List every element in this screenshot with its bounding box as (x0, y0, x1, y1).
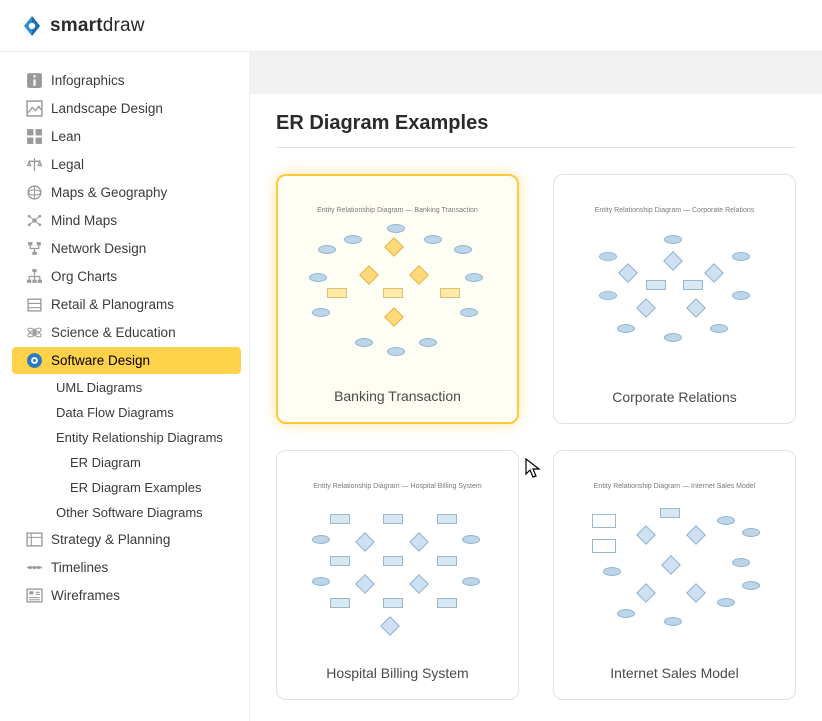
sidebar-item-label: Mind Maps (51, 213, 117, 228)
sidebar-item-retail-planograms[interactable]: Retail & Planograms (12, 291, 241, 318)
info-icon (26, 72, 43, 89)
sidebar-item-infographics[interactable]: Infographics (12, 67, 241, 94)
sidebar-item-label: Wireframes (51, 588, 120, 603)
sidebar-sub-uml-diagrams[interactable]: UML Diagrams (46, 375, 249, 400)
template-label: Banking Transaction (334, 388, 461, 404)
main-topbar (250, 52, 822, 94)
sidebar-item-label: Software Design (51, 353, 150, 368)
template-card-banking-transaction[interactable]: Entity Relationship Diagram — Banking Tr… (276, 174, 519, 424)
sidebar-item-label: Infographics (51, 73, 125, 88)
sidebar-subsub-er-diagram-examples[interactable]: ER Diagram Examples (60, 475, 249, 500)
sidebar-item-maps-geography[interactable]: Maps & Geography (12, 179, 241, 206)
app-header: smartdraw (0, 0, 822, 52)
network-icon (26, 240, 43, 257)
sidebar-item-label: Landscape Design (51, 101, 163, 116)
template-card-hospital-billing-system[interactable]: Entity Relationship Diagram — Hospital B… (276, 450, 519, 700)
template-preview: Entity Relationship Diagram — Banking Tr… (292, 190, 503, 380)
sidebar-item-org-charts[interactable]: Org Charts (12, 263, 241, 290)
brand-name: smartdraw (50, 15, 145, 37)
template-label: Hospital Billing System (326, 665, 468, 681)
scales-icon (26, 156, 43, 173)
retail-icon (26, 296, 43, 313)
sidebar-sub-other-software-diagrams[interactable]: Other Software Diagrams (46, 500, 249, 525)
template-card-internet-sales-model[interactable]: Entity Relationship Diagram — Internet S… (553, 450, 796, 700)
template-card-corporate-relations[interactable]: Entity Relationship Diagram — Corporate … (553, 174, 796, 424)
sidebar-item-label: Lean (51, 129, 81, 144)
sidebar-item-science-education[interactable]: Science & Education (12, 319, 241, 346)
sidebar-item-label: Legal (51, 157, 84, 172)
software-icon (26, 352, 43, 369)
sidebar-item-label: Timelines (51, 560, 108, 575)
strategy-icon (26, 531, 43, 548)
template-preview: Entity Relationship Diagram — Hospital B… (291, 465, 504, 657)
sidebar-sub-entity-relationship-diagrams[interactable]: Entity Relationship Diagrams (46, 425, 249, 450)
timeline-icon (26, 559, 43, 576)
grid-icon (26, 128, 43, 145)
sidebar-item-label: Network Design (51, 241, 146, 256)
sidebar-item-label: Strategy & Planning (51, 532, 170, 547)
template-preview: Entity Relationship Diagram — Corporate … (568, 189, 781, 381)
sidebar-item-label: Maps & Geography (51, 185, 167, 200)
mindmap-icon (26, 212, 43, 229)
sidebar-item-lean[interactable]: Lean (12, 123, 241, 150)
template-grid: Entity Relationship Diagram — Banking Tr… (276, 174, 796, 700)
smartdraw-logo-icon (20, 14, 44, 38)
sidebar-item-label: Retail & Planograms (51, 297, 174, 312)
sidebar-item-landscape-design[interactable]: Landscape Design (12, 95, 241, 122)
science-icon (26, 324, 43, 341)
brand-logo[interactable]: smartdraw (20, 14, 145, 38)
wireframe-icon (26, 587, 43, 604)
template-preview: Entity Relationship Diagram — Internet S… (568, 465, 781, 657)
globe-icon (26, 184, 43, 201)
sidebar-sub-data-flow-diagrams[interactable]: Data Flow Diagrams (46, 400, 249, 425)
main-panel: ER Diagram Examples Entity Relationship … (250, 52, 822, 721)
sidebar-item-network-design[interactable]: Network Design (12, 235, 241, 262)
category-sidebar: Infographics Landscape Design Lean Legal… (0, 52, 250, 721)
sidebar-item-strategy-planning[interactable]: Strategy & Planning (12, 526, 241, 553)
page-title: ER Diagram Examples (276, 112, 796, 148)
sidebar-item-label: Org Charts (51, 269, 117, 284)
sidebar-subsub-er-diagram[interactable]: ER Diagram (60, 450, 249, 475)
sidebar-item-software-design[interactable]: Software Design (12, 347, 241, 374)
sidebar-item-timelines[interactable]: Timelines (12, 554, 241, 581)
sidebar-item-label: Science & Education (51, 325, 176, 340)
sidebar-item-mind-maps[interactable]: Mind Maps (12, 207, 241, 234)
landscape-icon (26, 100, 43, 117)
template-label: Corporate Relations (612, 389, 737, 405)
sidebar-item-wireframes[interactable]: Wireframes (12, 582, 241, 609)
sidebar-item-legal[interactable]: Legal (12, 151, 241, 178)
template-label: Internet Sales Model (610, 665, 738, 681)
orgchart-icon (26, 268, 43, 285)
